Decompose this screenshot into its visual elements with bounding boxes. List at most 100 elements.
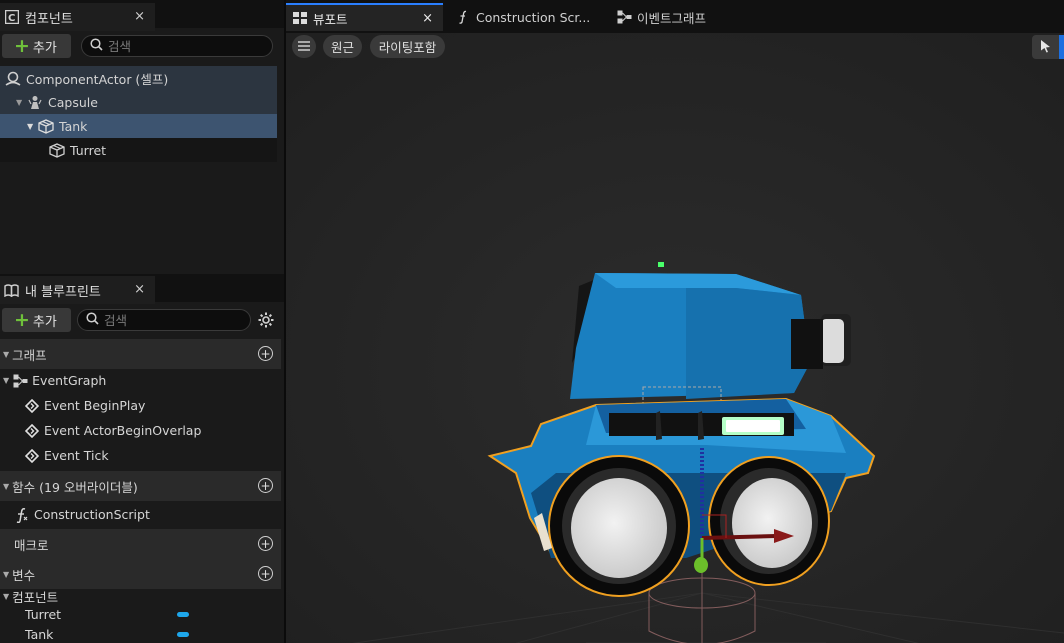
section-macros[interactable]: 매크로 + xyxy=(0,529,281,559)
tab-event-graph-label: 이벤트그래프 xyxy=(637,10,707,26)
blueprint-toolbar: + 추가 xyxy=(0,305,284,335)
tab-construction-script[interactable]: Construction Scr... xyxy=(449,3,604,31)
lighting-mode-button[interactable]: 라이팅포함 xyxy=(370,35,445,58)
components-add-button[interactable]: + 추가 xyxy=(2,34,71,58)
tree-item-label: Tank xyxy=(59,118,88,134)
function-icon xyxy=(455,10,471,24)
section-variables-label: 변수 xyxy=(12,567,36,583)
event-label: Event Tick xyxy=(44,448,109,463)
event-graph-item[interactable]: ▼ EventGraph xyxy=(0,368,281,393)
variable-item[interactable]: Turret xyxy=(0,604,281,624)
cursor-arrow-icon xyxy=(1040,39,1051,56)
event-item[interactable]: Event BeginPlay xyxy=(0,393,281,418)
perspective-button[interactable]: 원근 xyxy=(323,35,362,58)
lighting-mode-label: 라이팅포함 xyxy=(378,40,437,55)
section-functions-label: 함수 (19 오버라이더블) xyxy=(12,479,138,495)
collapse-arrow-icon[interactable]: ▼ xyxy=(16,98,26,107)
blueprint-search-input[interactable] xyxy=(104,312,234,328)
plus-icon: + xyxy=(14,308,30,331)
tree-item-label: ComponentActor (셀프) xyxy=(26,71,169,87)
construction-script-item[interactable]: ConstructionScript xyxy=(0,502,281,527)
variable-category[interactable]: ▼ 컴포넌트 xyxy=(0,589,281,605)
perspective-label: 원근 xyxy=(331,40,355,55)
variable-item[interactable]: Tank xyxy=(0,624,281,643)
event-diamond-icon xyxy=(24,448,40,464)
static-mesh-icon xyxy=(37,118,55,134)
tree-item-tank[interactable]: ▼ Tank xyxy=(0,114,277,138)
tab-construction-script-label: Construction Scr... xyxy=(476,9,591,25)
event-label: Event BeginPlay xyxy=(44,398,146,413)
capsule-icon xyxy=(26,94,44,110)
collapse-arrow-icon[interactable]: ▼ xyxy=(3,350,9,359)
event-item[interactable]: Event Tick xyxy=(0,443,281,468)
blueprint-add-button[interactable]: + 추가 xyxy=(2,308,71,332)
event-item[interactable]: Event ActorBeginOverlap xyxy=(0,418,281,443)
collapse-arrow-icon[interactable]: ▼ xyxy=(3,592,9,601)
my-blueprint-tab-label: 내 블루프린트 xyxy=(25,284,101,300)
search-icon xyxy=(86,312,99,328)
event-diamond-icon xyxy=(24,423,40,439)
hamburger-icon xyxy=(298,39,310,54)
select-mode-button[interactable] xyxy=(1032,35,1064,59)
section-graph[interactable]: ▼ 그래프 + xyxy=(0,339,281,369)
components-add-label: 추가 xyxy=(32,40,57,56)
variable-category-label: 컴포넌트 xyxy=(12,589,59,605)
editor-tab-bar: 뷰포트 × Construction Scr... 이벤트그래프 xyxy=(286,0,1064,33)
search-icon xyxy=(90,38,103,54)
viewport[interactable]: 원근 라이팅포함 xyxy=(286,33,1064,643)
my-blueprint-close-icon[interactable]: × xyxy=(134,282,145,297)
components-panel-tab[interactable]: C 컴포넌트 × xyxy=(0,3,155,31)
tab-viewport-label: 뷰포트 xyxy=(313,11,348,27)
components-search-box[interactable] xyxy=(81,35,273,57)
section-variables[interactable]: ▼ 변수 + xyxy=(0,559,281,589)
my-blueprint-panel-tab[interactable]: 내 블루프린트 × xyxy=(0,276,155,304)
plus-icon: + xyxy=(14,34,30,57)
settings-gear-icon[interactable] xyxy=(258,312,274,328)
tree-item-capsule[interactable]: ▼ Capsule xyxy=(0,90,277,114)
collapse-arrow-icon[interactable]: ▼ xyxy=(3,482,9,491)
viewport-close-icon[interactable]: × xyxy=(422,11,433,26)
svg-text:C: C xyxy=(8,13,15,24)
left-column: C 컴포넌트 × + 추가 ComponentActor (셀프) ▼ xyxy=(0,0,284,643)
variable-label: Turret xyxy=(25,606,62,622)
graph-icon xyxy=(616,10,632,24)
section-functions[interactable]: ▼ 함수 (19 오버라이더블) + xyxy=(0,471,281,501)
components-tab-label: 컴포넌트 xyxy=(25,11,73,27)
graph-icon xyxy=(12,373,28,389)
blueprint-search-box[interactable] xyxy=(77,309,251,331)
book-icon xyxy=(4,283,19,298)
event-diamond-icon xyxy=(24,398,40,414)
add-variable-icon[interactable]: + xyxy=(258,566,273,581)
collapse-arrow-icon[interactable]: ▼ xyxy=(27,122,37,131)
tab-viewport[interactable]: 뷰포트 × xyxy=(286,3,443,31)
actor-icon xyxy=(4,70,22,86)
tab-event-graph[interactable]: 이벤트그래프 xyxy=(610,3,765,31)
select-mode-active-indicator xyxy=(1059,35,1064,59)
components-search-input[interactable] xyxy=(108,38,258,54)
components-close-icon[interactable]: × xyxy=(134,9,145,24)
collapse-arrow-icon[interactable]: ▼ xyxy=(3,570,9,579)
section-graph-label: 그래프 xyxy=(12,347,47,363)
add-graph-icon[interactable]: + xyxy=(258,346,273,361)
viewport-options-button[interactable] xyxy=(292,35,316,58)
variable-type-pill xyxy=(177,632,189,637)
add-function-icon[interactable]: + xyxy=(258,478,273,493)
event-label: Event ActorBeginOverlap xyxy=(44,423,202,438)
collapse-arrow-icon[interactable]: ▼ xyxy=(3,376,9,385)
viewport-scene xyxy=(286,33,1064,643)
section-macros-label: 매크로 xyxy=(14,537,49,553)
viewport-icon xyxy=(292,11,308,25)
tree-item-componentactor[interactable]: ComponentActor (셀프) xyxy=(0,66,277,90)
tree-item-label: Capsule xyxy=(48,94,98,110)
event-graph-label: EventGraph xyxy=(32,373,107,388)
variable-type-pill xyxy=(177,612,189,617)
components-icon: C xyxy=(4,10,19,25)
static-mesh-icon xyxy=(48,142,66,158)
function-icon xyxy=(14,507,30,523)
add-macro-icon[interactable]: + xyxy=(258,536,273,551)
components-toolbar: + 추가 xyxy=(0,31,284,61)
component-tree: ComponentActor (셀프) ▼ Capsule ▼ Tank Tur… xyxy=(0,66,277,162)
tree-item-label: Turret xyxy=(70,142,107,158)
variable-label: Tank xyxy=(25,626,54,642)
tree-item-turret[interactable]: Turret xyxy=(0,138,277,162)
